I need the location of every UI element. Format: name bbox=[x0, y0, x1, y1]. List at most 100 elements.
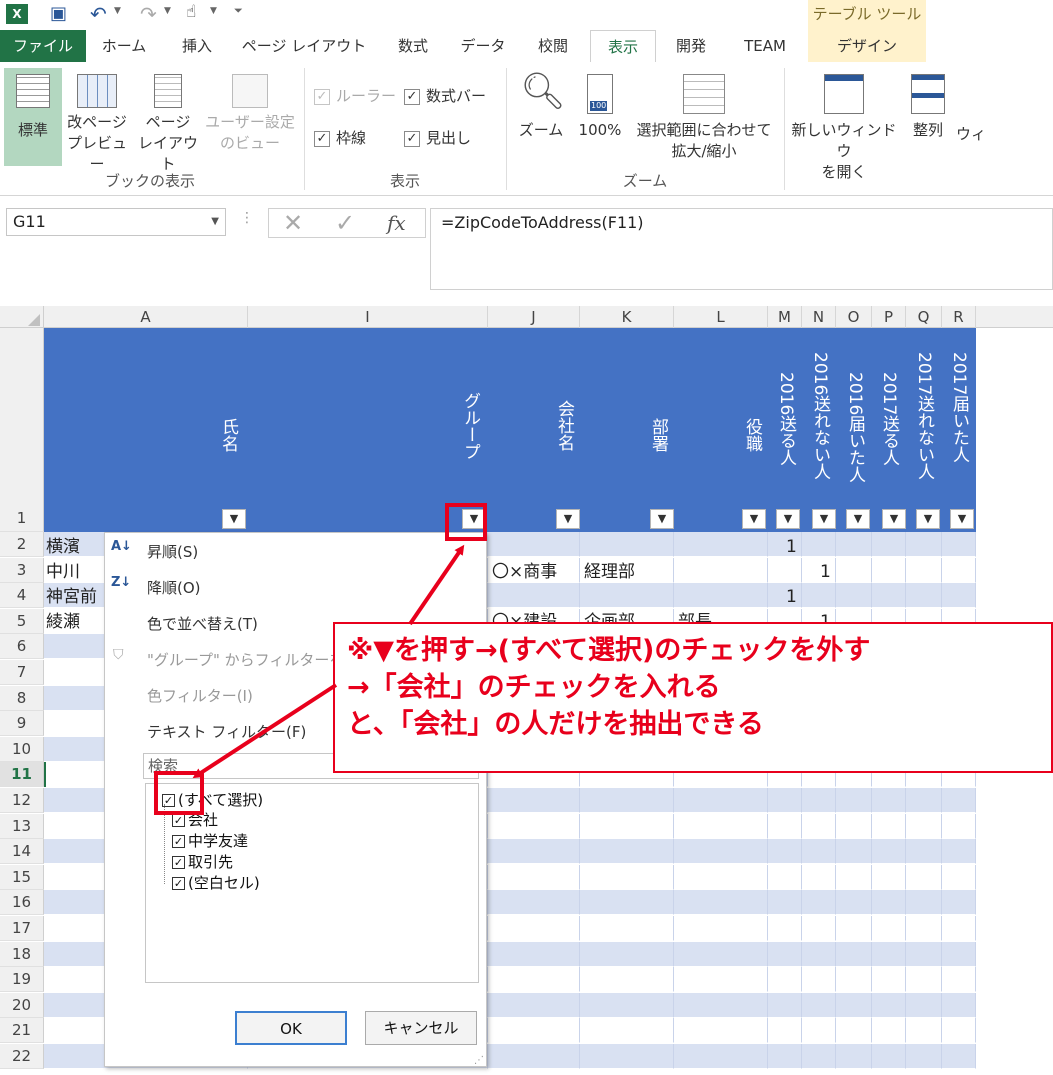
table-cell[interactable] bbox=[488, 1018, 580, 1044]
table-cell[interactable] bbox=[802, 967, 836, 993]
row-header-10[interactable]: 10 bbox=[0, 736, 44, 762]
table-cell[interactable] bbox=[906, 992, 942, 1018]
table-cell[interactable] bbox=[674, 839, 768, 865]
row-header-11[interactable]: 11 bbox=[0, 762, 44, 788]
col-header-a[interactable]: A bbox=[44, 306, 248, 328]
insert-function-icon[interactable]: fx bbox=[387, 211, 406, 235]
checkbox-icon[interactable]: ✓ bbox=[172, 877, 185, 890]
filter-button-company[interactable]: ▼ bbox=[556, 509, 580, 529]
tab-review[interactable]: 校閲 bbox=[522, 30, 584, 62]
row-header-16[interactable]: 16 bbox=[0, 890, 44, 916]
row-header-17[interactable]: 17 bbox=[0, 916, 44, 941]
table-cell[interactable] bbox=[942, 532, 976, 557]
table-cell[interactable] bbox=[942, 813, 976, 839]
table-cell[interactable] bbox=[802, 992, 836, 1018]
table-cell[interactable] bbox=[580, 992, 674, 1018]
cancel-icon[interactable]: ✕ bbox=[283, 209, 303, 237]
chevron-down-icon[interactable]: ▼ bbox=[211, 209, 219, 235]
headings-checkbox[interactable]: ✓ 見出し bbox=[404, 128, 471, 150]
enter-icon[interactable]: ✓ bbox=[335, 209, 355, 237]
table-cell[interactable] bbox=[836, 890, 872, 916]
table-cell[interactable] bbox=[942, 992, 976, 1018]
row-3-a[interactable]: 中川 bbox=[46, 560, 80, 584]
undo-icon[interactable]: ↶ bbox=[90, 2, 107, 26]
tab-home[interactable]: ホーム bbox=[92, 30, 156, 62]
redo-icon[interactable]: ↷ bbox=[140, 2, 157, 26]
table-cell[interactable] bbox=[942, 916, 976, 941]
sort-ascending-item[interactable]: 昇順(S) bbox=[147, 541, 198, 562]
list-item-school-friends[interactable]: ✓ 中学友達 bbox=[172, 831, 248, 851]
filter-button-dept[interactable]: ▼ bbox=[650, 509, 674, 529]
row-header-9[interactable]: 9 bbox=[0, 711, 44, 737]
table-cell[interactable] bbox=[872, 583, 906, 609]
tab-page-layout[interactable]: ページ レイアウト bbox=[236, 30, 372, 62]
touch-mode-icon[interactable]: ☝ bbox=[186, 2, 196, 22]
row-2-a[interactable]: 横濱 bbox=[46, 535, 80, 559]
table-cell[interactable] bbox=[768, 813, 802, 839]
sort-by-color-item[interactable]: 色で並べ替え(T) bbox=[147, 613, 258, 634]
tab-data[interactable]: データ bbox=[452, 30, 514, 62]
save-icon[interactable]: ▣ bbox=[50, 3, 67, 24]
table-cell[interactable] bbox=[580, 941, 674, 967]
row-4-a[interactable]: 神宮前 bbox=[46, 585, 97, 609]
table-cell[interactable] bbox=[674, 557, 768, 583]
table-cell[interactable] bbox=[802, 890, 836, 916]
table-cell[interactable] bbox=[674, 532, 768, 557]
table-cell[interactable] bbox=[674, 890, 768, 916]
checkbox-icon[interactable]: ✓ bbox=[172, 856, 185, 869]
formula-input[interactable]: =ZipCodeToAddress(F11) bbox=[430, 208, 1053, 290]
tab-view[interactable]: 表示 bbox=[590, 30, 656, 62]
table-cell[interactable] bbox=[836, 813, 872, 839]
table-cell[interactable] bbox=[872, 839, 906, 865]
row-header-4[interactable]: 4 bbox=[0, 583, 44, 609]
table-cell[interactable] bbox=[802, 532, 836, 557]
formula-bar-checkbox[interactable]: ✓ 数式バー bbox=[404, 86, 486, 108]
zoom-button[interactable]: 🔍︎ ズーム bbox=[514, 74, 568, 141]
redo-dropdown-icon[interactable]: ▼ bbox=[164, 6, 171, 16]
table-cell[interactable] bbox=[488, 532, 580, 557]
table-cell[interactable] bbox=[768, 788, 802, 813]
table-cell[interactable] bbox=[802, 557, 836, 583]
table-cell[interactable] bbox=[674, 813, 768, 839]
table-cell[interactable] bbox=[906, 813, 942, 839]
table-cell[interactable] bbox=[674, 864, 768, 890]
table-cell[interactable] bbox=[488, 967, 580, 993]
table-cell[interactable] bbox=[488, 788, 580, 813]
table-cell[interactable] bbox=[906, 967, 942, 993]
table-cell[interactable] bbox=[488, 916, 580, 941]
table-cell[interactable] bbox=[768, 1044, 802, 1069]
row-4-m[interactable]: 1 bbox=[786, 585, 797, 609]
row-header-12[interactable]: 12 bbox=[0, 788, 44, 813]
tab-formulas[interactable]: 数式 bbox=[384, 30, 442, 62]
zoom-to-selection-button[interactable]: 選択範囲に合わせて 拡大/縮小 bbox=[628, 74, 780, 162]
table-cell[interactable] bbox=[580, 864, 674, 890]
table-cell[interactable] bbox=[872, 1044, 906, 1069]
page-layout-button[interactable]: ページ レイアウト bbox=[134, 74, 202, 175]
clear-filter-item[interactable]: "グループ" からフィルターをク bbox=[147, 649, 359, 670]
table-cell[interactable] bbox=[836, 992, 872, 1018]
table-cell[interactable] bbox=[836, 1018, 872, 1044]
sort-descending-item[interactable]: 降順(O) bbox=[147, 577, 201, 598]
table-cell[interactable] bbox=[802, 788, 836, 813]
row-header-14[interactable]: 14 bbox=[0, 839, 44, 865]
table-cell[interactable] bbox=[768, 992, 802, 1018]
table-cell[interactable] bbox=[802, 1044, 836, 1069]
row-5-n[interactable]: 1 bbox=[820, 610, 831, 622]
normal-view-button[interactable]: 標準 bbox=[4, 68, 62, 166]
table-cell[interactable] bbox=[872, 813, 906, 839]
tab-developer[interactable]: 開発 bbox=[662, 30, 720, 62]
table-cell[interactable] bbox=[872, 941, 906, 967]
table-cell[interactable] bbox=[802, 583, 836, 609]
table-cell[interactable] bbox=[768, 583, 802, 609]
table-cell[interactable] bbox=[942, 788, 976, 813]
row-5-k[interactable]: 企画部 bbox=[584, 610, 635, 622]
row-header-20[interactable]: 20 bbox=[0, 992, 44, 1018]
col-header-m[interactable]: M bbox=[768, 306, 802, 328]
table-cell[interactable] bbox=[942, 557, 976, 583]
cancel-button[interactable]: キャンセル bbox=[365, 1011, 477, 1045]
table-cell[interactable] bbox=[906, 788, 942, 813]
table-cell[interactable] bbox=[488, 890, 580, 916]
row-header-1[interactable]: 1 bbox=[0, 328, 44, 532]
table-cell[interactable] bbox=[580, 583, 674, 609]
row-header-21[interactable]: 21 bbox=[0, 1018, 44, 1044]
